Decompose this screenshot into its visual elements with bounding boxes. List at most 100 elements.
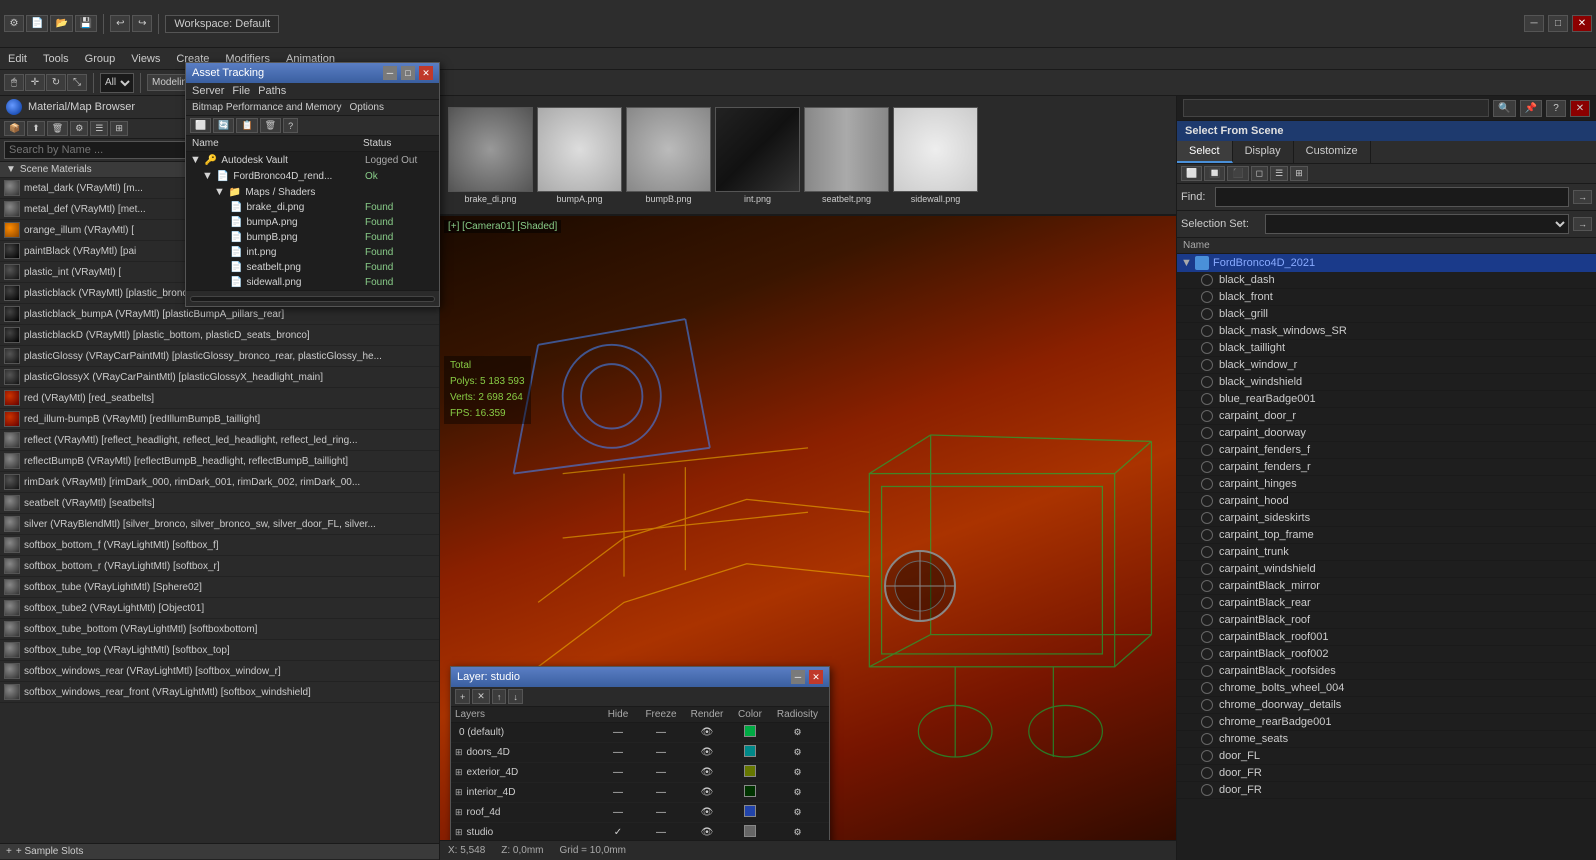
scene-tree-item[interactable]: black_front — [1177, 289, 1596, 306]
asset-options[interactable]: Options — [350, 102, 384, 113]
layer-radiosity-cell[interactable]: ⚙ — [770, 727, 825, 738]
layer-radiosity-cell[interactable]: ⚙ — [770, 747, 825, 758]
layer-render-cell[interactable]: 👁 — [684, 807, 730, 818]
layer-render-cell[interactable]: 👁 — [684, 767, 730, 778]
scene-tree-item[interactable]: carpaint_fenders_r — [1177, 459, 1596, 476]
material-list-item[interactable]: softbox_tube (VRayLightMtl) [Sphere02] — [0, 577, 439, 598]
asset-bitmap-perf[interactable]: Bitmap Performance and Memory — [192, 102, 342, 113]
scene-tree-item[interactable]: black_taillight — [1177, 340, 1596, 357]
asset-file-item[interactable]: 📄sidewall.pngFound — [186, 275, 439, 290]
layer-window-minimize[interactable]: ─ — [791, 670, 805, 684]
scene-tree-item[interactable]: carpaint_trunk — [1177, 544, 1596, 561]
asset-file-item[interactable]: 📄int.pngFound — [186, 245, 439, 260]
material-list-item[interactable]: plasticGlossyX (VRayCarPaintMtl) [plasti… — [0, 367, 439, 388]
layer-radiosity-cell[interactable]: ⚙ — [770, 827, 825, 838]
layer-hide-cell[interactable]: ✓ — [598, 827, 638, 838]
scene-tree-item[interactable]: black_dash — [1177, 272, 1596, 289]
layer-row[interactable]: ⊞ exterior_4D — — 👁 ⚙ — [451, 763, 829, 783]
menu-tools[interactable]: Tools — [35, 51, 77, 67]
selection-set-btn[interactable]: → — [1573, 217, 1592, 231]
layer-render-cell[interactable]: 👁 — [684, 747, 730, 758]
rotate-btn[interactable]: ↻ — [46, 74, 66, 91]
scene-tool-2[interactable]: 🔲 — [1204, 166, 1225, 181]
selection-set-select[interactable] — [1265, 214, 1569, 234]
scene-tree-item[interactable]: carpaint_top_frame — [1177, 527, 1596, 544]
maps-shaders-item[interactable]: ▼ 📁 Maps / Shaders — [186, 184, 439, 200]
layer-render-cell[interactable]: 👁 — [684, 787, 730, 798]
scene-tree-item[interactable]: carpaintBlack_rear — [1177, 595, 1596, 612]
scene-tree-item[interactable]: door_FL — [1177, 748, 1596, 765]
material-list-item[interactable]: softbox_tube2 (VRayLightMtl) [Object01] — [0, 598, 439, 619]
maximize-app[interactable]: □ — [1548, 15, 1568, 32]
scene-tree-item[interactable]: blue_rearBadge001 — [1177, 391, 1596, 408]
material-list-item[interactable]: silver (VRayBlendMtl) [silver_bronco, si… — [0, 514, 439, 535]
material-list-item[interactable]: softbox_tube_bottom (VRayLightMtl) [soft… — [0, 619, 439, 640]
layer-hide-cell[interactable]: — — [598, 727, 638, 738]
scene-tree-item[interactable]: carpaint_hood — [1177, 493, 1596, 510]
material-list-item[interactable]: softbox_windows_rear (VRayLightMtl) [sof… — [0, 661, 439, 682]
scene-tool-1[interactable]: ⬜ — [1181, 166, 1202, 181]
filter-select[interactable]: All — [100, 73, 134, 93]
asset-min[interactable]: ─ — [383, 66, 397, 80]
find-btn[interactable]: → — [1573, 190, 1592, 204]
asset-btn2[interactable]: 🔄 — [213, 118, 234, 133]
layer-color-cell[interactable] — [730, 765, 770, 780]
asset-file-item[interactable]: 📄bumpB.pngFound — [186, 230, 439, 245]
find-input[interactable] — [1215, 187, 1569, 207]
mat-put-material[interactable]: ⬆ — [27, 121, 45, 136]
layer-add[interactable]: + — [455, 689, 470, 704]
asset-menu-file[interactable]: File — [232, 85, 250, 97]
save-btn[interactable]: 💾 — [75, 15, 97, 32]
scene-tree-item[interactable]: chrome_doorway_details — [1177, 697, 1596, 714]
layer-render-cell[interactable]: 👁 — [684, 827, 730, 838]
scene-tree-item[interactable]: chrome_rearBadge001 — [1177, 714, 1596, 731]
asset-menu-paths[interactable]: Paths — [258, 85, 286, 97]
layer-row[interactable]: ⊞ interior_4D — — 👁 ⚙ — [451, 783, 829, 803]
scene-tree-item[interactable]: carpaint_fenders_f — [1177, 442, 1596, 459]
scene-tree-item[interactable]: carpaint_windshield — [1177, 561, 1596, 578]
layer-freeze-cell[interactable]: — — [638, 727, 684, 738]
menu-edit[interactable]: Edit — [0, 51, 35, 67]
asset-btn1[interactable]: ⬜ — [190, 118, 211, 133]
material-list-item[interactable]: rimDark (VRayMtl) [rimDark_000, rimDark_… — [0, 472, 439, 493]
material-list-item[interactable]: red_illum-bumpB (VRayMtl) [redIllumBumpB… — [0, 409, 439, 430]
undo-btn[interactable]: ↩ — [110, 15, 130, 32]
scene-tree-item[interactable]: carpaintBlack_mirror — [1177, 578, 1596, 595]
scene-search-input[interactable] — [1183, 99, 1489, 117]
material-list-item[interactable]: plasticblackD (VRayMtl) [plastic_bottom,… — [0, 325, 439, 346]
scene-tree-item[interactable]: black_window_r — [1177, 357, 1596, 374]
layer-freeze-cell[interactable]: — — [638, 747, 684, 758]
open-btn[interactable]: 📂 — [50, 15, 72, 32]
asset-help[interactable]: ? — [283, 118, 298, 133]
asset-btn4[interactable]: 🗑 — [260, 118, 281, 133]
thumbnail-item[interactable]: brake_di.png — [448, 107, 533, 204]
scene-tool-6[interactable]: ⊞ — [1290, 166, 1308, 181]
scene-close-btn[interactable]: ✕ — [1570, 100, 1590, 117]
layer-move-down[interactable]: ↓ — [508, 689, 523, 704]
material-list-item[interactable]: reflectBumpB (VRayMtl) [reflectBumpB_hea… — [0, 451, 439, 472]
scene-tree-item[interactable]: black_mask_windows_SR — [1177, 323, 1596, 340]
asset-menu-server[interactable]: Server — [192, 85, 224, 97]
scene-tree-item[interactable]: carpaintBlack_roof002 — [1177, 646, 1596, 663]
scene-tree-item[interactable]: carpaint_doorway — [1177, 425, 1596, 442]
scene-tool-5[interactable]: ☰ — [1270, 166, 1288, 181]
menu-group[interactable]: Group — [77, 51, 124, 67]
asset-file-item[interactable]: 📄seatbelt.pngFound — [186, 260, 439, 275]
thumbnail-item[interactable]: seatbelt.png — [804, 107, 889, 204]
layer-color-cell[interactable] — [730, 805, 770, 820]
scene-tree-item[interactable]: door_FR — [1177, 765, 1596, 782]
layer-color-cell[interactable] — [730, 785, 770, 800]
close-app[interactable]: ✕ — [1572, 15, 1592, 32]
layer-radiosity-cell[interactable]: ⚙ — [770, 807, 825, 818]
redo-btn[interactable]: ↪ — [132, 15, 152, 32]
thumbnail-item[interactable]: bumpB.png — [626, 107, 711, 204]
minimize-app[interactable]: ─ — [1524, 15, 1544, 32]
thumbnail-item[interactable]: bumpA.png — [537, 107, 622, 204]
scene-tree[interactable]: ▼FordBronco4D_2021black_dashblack_frontb… — [1177, 254, 1596, 860]
layer-color-cell[interactable] — [730, 745, 770, 760]
material-list-item[interactable]: red (VRayMtl) [red_seatbelts] — [0, 388, 439, 409]
menu-views[interactable]: Views — [123, 51, 168, 67]
tab-select[interactable]: Select — [1177, 141, 1233, 163]
scene-tree-item[interactable]: door_FR — [1177, 782, 1596, 799]
layer-color-cell[interactable] — [730, 725, 770, 740]
